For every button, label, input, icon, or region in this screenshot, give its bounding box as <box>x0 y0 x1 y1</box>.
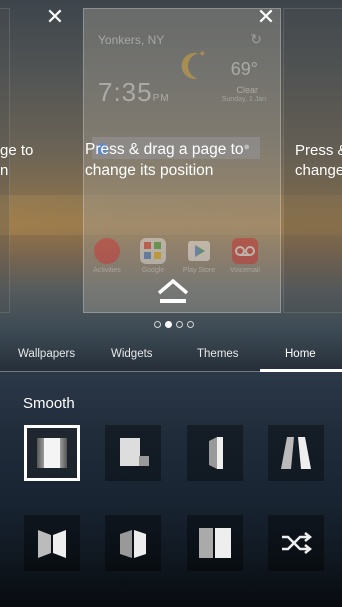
tab-home[interactable]: Home <box>285 348 316 360</box>
clock-ampm: PM <box>152 93 170 104</box>
app-icon-activities <box>94 238 120 264</box>
active-tab-indicator <box>260 369 342 372</box>
effect-section-title: Smooth <box>23 395 75 412</box>
app-icon-play-store <box>186 238 212 264</box>
page-dot[interactable] <box>176 321 183 328</box>
page-dot[interactable] <box>187 321 194 328</box>
app-icon-google-folder <box>140 238 166 264</box>
page-dot[interactable] <box>154 321 161 328</box>
weather-city: Yonkers, NY <box>98 33 165 47</box>
left-page-hint-line2: n <box>0 162 9 179</box>
app-label: Voicemail <box>230 267 260 274</box>
effect-card-flip[interactable] <box>187 425 243 481</box>
effect-book[interactable] <box>187 515 243 571</box>
right-page-hint-line1: Press & <box>295 142 342 159</box>
app-label: Google <box>141 267 165 274</box>
set-home-page-button[interactable] <box>156 278 190 308</box>
app-label: Activities <box>93 267 121 274</box>
clock-digits: 7:35 <box>98 77 153 107</box>
app-label: Play Store <box>182 267 216 274</box>
google-folder-icon <box>144 242 161 259</box>
refresh-icon: ↻ <box>250 31 262 47</box>
cascade-effect-icon <box>120 438 149 466</box>
close-icon[interactable]: ✕ <box>45 6 65 28</box>
star-icon: ✦ <box>198 49 207 60</box>
weather-temperature: 69° <box>230 59 258 79</box>
effect-cube-in[interactable] <box>24 515 80 571</box>
microphone-icon: ● <box>243 141 250 153</box>
tab-widgets[interactable]: Widgets <box>111 348 153 360</box>
tab-wallpapers[interactable]: Wallpapers <box>18 348 75 360</box>
edit-mode-tabs: Wallpapers Widgets Themes Home <box>0 340 342 372</box>
left-page-hint: ge to n <box>0 141 33 181</box>
home-icon <box>157 278 189 303</box>
effect-smooth[interactable] <box>24 425 80 481</box>
cube-in-effect-icon <box>38 530 66 558</box>
book-effect-icon <box>199 528 231 558</box>
play-store-icon <box>188 241 210 261</box>
reorder-hint: Press & drag a page to change its positi… <box>85 139 244 181</box>
effect-cascade[interactable] <box>105 425 161 481</box>
page-indicator <box>154 321 194 331</box>
effect-cube-out[interactable] <box>105 515 161 571</box>
effect-random[interactable] <box>268 515 324 571</box>
cube-out-effect-icon <box>120 530 146 558</box>
effect-perspective[interactable] <box>268 425 324 481</box>
tab-themes[interactable]: Themes <box>197 348 239 360</box>
smooth-effect-icon <box>37 438 67 468</box>
weather-date: Sunday, 1 Jan <box>221 96 266 103</box>
voicemail-icon <box>235 246 255 256</box>
reorder-hint-line2: change its position <box>85 162 214 179</box>
app-icon-voicemail <box>232 238 258 264</box>
close-icon[interactable]: ✕ <box>256 6 276 28</box>
clock-time: 7:35PM <box>98 77 170 108</box>
home-screen-editor: ge to n Press & change Yonkers, NY ↻ ✦ 6… <box>0 0 342 607</box>
left-page-hint-line1: ge to <box>0 142 34 159</box>
reorder-hint-line1: Press & drag a page to <box>85 141 244 158</box>
right-page-hint: Press & change <box>295 141 342 181</box>
card-flip-effect-icon <box>209 437 223 469</box>
right-page-hint-line2: change <box>295 162 342 179</box>
perspective-effect-icon <box>281 437 311 469</box>
random-effect-icon <box>282 532 313 554</box>
page-dot-active[interactable] <box>165 321 172 328</box>
current-home-page[interactable]: Yonkers, NY ↻ ✦ 69° 7:35PM Clear Sunday,… <box>83 8 281 313</box>
weather-condition: Clear <box>236 85 258 95</box>
